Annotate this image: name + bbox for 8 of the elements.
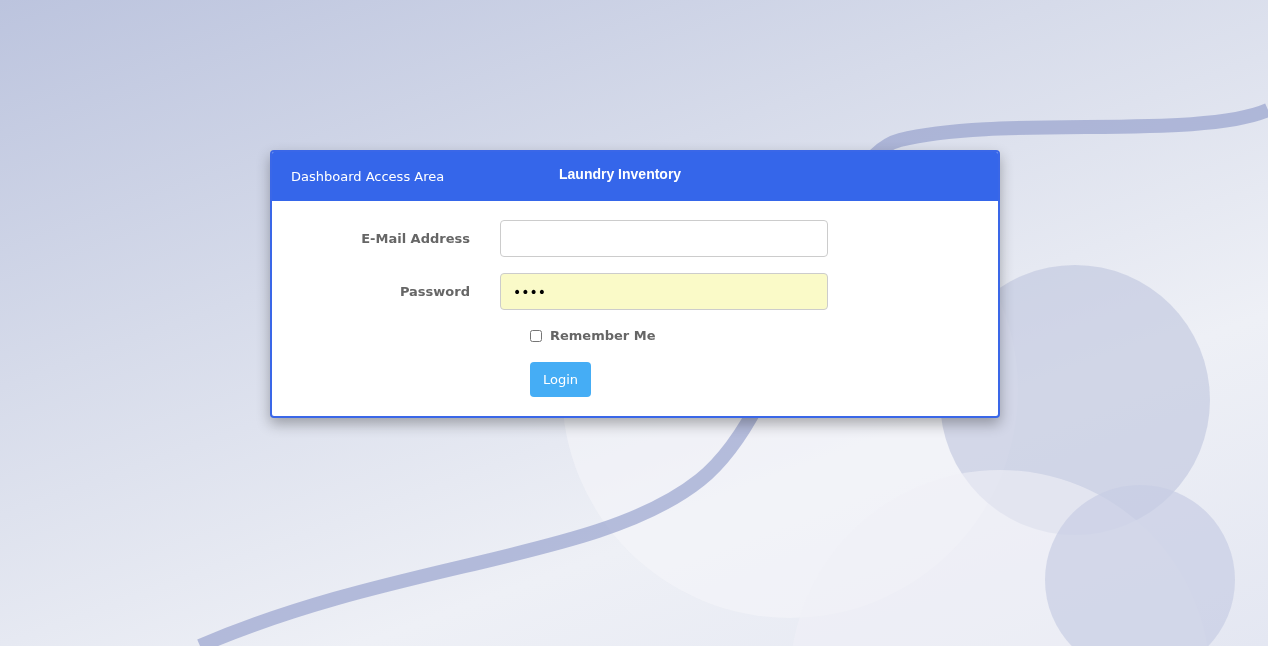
email-field[interactable] xyxy=(500,220,828,257)
remember-checkbox[interactable] xyxy=(530,329,542,342)
brand-title: Laundry Inventory xyxy=(559,165,682,184)
field-label: Password xyxy=(398,282,471,301)
field-label: E-Mail Address xyxy=(360,229,471,248)
password-field[interactable]: •••• xyxy=(500,273,828,310)
card-title: Dashboard Access Area xyxy=(291,167,446,186)
remember-label: Remember Me xyxy=(550,327,656,345)
